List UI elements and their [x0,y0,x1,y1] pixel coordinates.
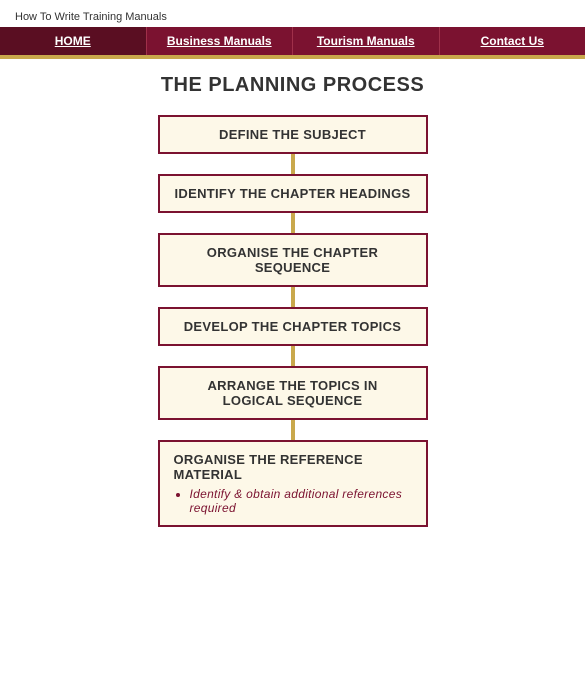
nav-item-home[interactable]: HOME [0,27,147,55]
connector-4 [291,346,295,366]
nav-item-contact[interactable]: Contact Us [440,27,585,55]
flow-box-step6-bullets: Identify & obtain additional references … [174,487,412,515]
page-title: THE PLANNING PROCESS [161,74,424,97]
flow-box-step2: IDENTIFY THE CHAPTER HEADINGS [158,174,428,213]
connector-3 [291,287,295,307]
connector-1 [291,154,295,174]
main-content: THE PLANNING PROCESS DEFINE THE SUBJECT … [0,59,585,700]
bullet-item-1: Identify & obtain additional references … [190,487,412,515]
flow-box-step5: ARRANGE THE TOPICS INLOGICAL SEQUENCE [158,366,428,420]
flow-box-step4-text: DEVELOP THE CHAPTER TOPICS [184,319,402,334]
connector-2 [291,213,295,233]
connector-5 [291,420,295,440]
flow-box-step3: ORGANISE THE CHAPTER SEQUENCE [158,233,428,287]
top-bar: How To Write Training Manuals [0,0,585,27]
flow-box-step3-text: ORGANISE THE CHAPTER SEQUENCE [207,245,378,275]
nav-item-business[interactable]: Business Manuals [147,27,294,55]
site-title: How To Write Training Manuals [15,11,167,23]
flow-box-step6-text: ORGANISE THE REFERENCE MATERIAL [174,452,363,482]
flow-box-step2-text: IDENTIFY THE CHAPTER HEADINGS [175,186,411,201]
flow-box-step6: ORGANISE THE REFERENCE MATERIAL Identify… [158,440,428,527]
flowchart: DEFINE THE SUBJECT IDENTIFY THE CHAPTER … [0,115,585,527]
flow-box-step1-text: DEFINE THE SUBJECT [219,127,366,142]
page-wrapper: How To Write Training Manuals HOME Busin… [0,0,585,700]
flow-box-step5-text: ARRANGE THE TOPICS INLOGICAL SEQUENCE [207,378,377,408]
flow-box-step4: DEVELOP THE CHAPTER TOPICS [158,307,428,346]
flow-box-step1: DEFINE THE SUBJECT [158,115,428,154]
nav-item-tourism[interactable]: Tourism Manuals [293,27,440,55]
nav-bar: HOME Business Manuals Tourism Manuals Co… [0,27,585,55]
